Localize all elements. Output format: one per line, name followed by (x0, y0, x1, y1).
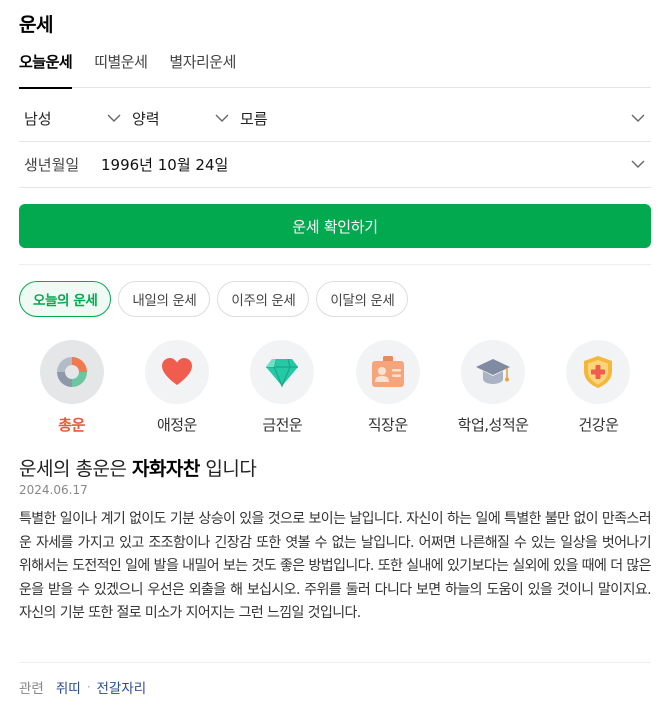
heart-icon (161, 358, 192, 385)
donut-chart-icon (56, 357, 87, 387)
tab-zodiac-animal-fortune[interactable]: 띠별운세 (94, 50, 148, 88)
health-shield-icon (584, 356, 613, 388)
page-title: 운세 (19, 14, 53, 36)
result-body: 특별한 일이나 계기 없이도 기분 상승이 있을 것으로 보이는 날입니다. 자… (19, 511, 652, 621)
gender-select[interactable]: 남성 (19, 96, 127, 142)
related-link-scorpio[interactable]: 전갈자리 (97, 677, 147, 697)
category-label: 건강운 (578, 416, 619, 434)
chevron-down-icon (107, 114, 121, 122)
birth-time-select[interactable]: 모름 (235, 96, 651, 142)
tab-today-fortune[interactable]: 오늘운세 (19, 50, 73, 89)
calendar-type-value: 양력 (132, 110, 160, 128)
category-study[interactable]: 학업,성적운 (441, 340, 546, 435)
birth-date-select[interactable]: 1996년 10월 24일 (101, 142, 651, 188)
chip-tomorrow[interactable]: 내일의 운세 (118, 281, 211, 317)
category-label: 총운 (58, 416, 85, 434)
related-link-rat[interactable]: 쥐띠 (56, 677, 81, 697)
related-links: 관련 쥐띠 · 전갈자리 (19, 677, 146, 697)
category-career[interactable]: 직장운 (335, 340, 440, 435)
category-label: 학업,성적운 (457, 416, 529, 434)
id-card-icon (371, 356, 404, 387)
result-title: 운세의 총운은 자화자찬 입니다 (19, 458, 257, 480)
tab-constellation-fortune[interactable]: 별자리운세 (169, 50, 236, 88)
category-overall[interactable]: 총운 (19, 340, 124, 435)
divider (19, 662, 651, 663)
gender-value: 남성 (24, 110, 52, 128)
graduation-cap-icon (476, 359, 511, 384)
calendar-type-select[interactable]: 양력 (127, 96, 235, 142)
chip-this-week[interactable]: 이주의 운세 (217, 281, 310, 317)
birth-date-value: 1996년 10월 24일 (101, 156, 229, 174)
options-row: 남성 양력 모름 (19, 96, 651, 142)
birth-date-row: 생년월일 1996년 10월 24일 (19, 142, 651, 188)
separator-dot: · (86, 680, 91, 694)
diamond-icon (266, 358, 299, 388)
related-label: 관련 (19, 681, 44, 697)
result-keyword: 자화자찬 (131, 458, 200, 480)
confirm-fortune-button[interactable]: 운세 확인하기 (19, 204, 651, 248)
chip-today[interactable]: 오늘의 운세 (19, 281, 112, 317)
category-label: 금전운 (262, 416, 303, 434)
category-label: 애정운 (156, 416, 197, 434)
category-health[interactable]: 건강운 (546, 340, 651, 435)
fortune-tabs: 오늘운세 띠별운세 별자리운세 (19, 50, 651, 89)
birth-time-value: 모름 (240, 110, 268, 128)
chip-this-month[interactable]: 이달의 운세 (316, 281, 409, 317)
chevron-down-icon (631, 114, 645, 122)
fortune-categories: 총운 애정운 금전운 직장운 학업,성적운 건강운 (19, 340, 651, 435)
chevron-down-icon (631, 160, 645, 168)
period-chips: 오늘의 운세 내일의 운세 이주의 운세 이달의 운세 (19, 281, 415, 317)
divider (19, 264, 651, 265)
birth-date-label: 생년월일 (24, 156, 80, 174)
category-label: 직장운 (367, 416, 408, 434)
fortune-widget: 운세 오늘운세 띠별운세 별자리운세 남성 양력 모름 생년월일 1996년 1… (0, 0, 669, 710)
category-love[interactable]: 애정운 (124, 340, 229, 435)
result-date: 2024.06.17 (19, 483, 88, 497)
chevron-down-icon (215, 114, 229, 122)
category-money[interactable]: 금전운 (230, 340, 335, 435)
